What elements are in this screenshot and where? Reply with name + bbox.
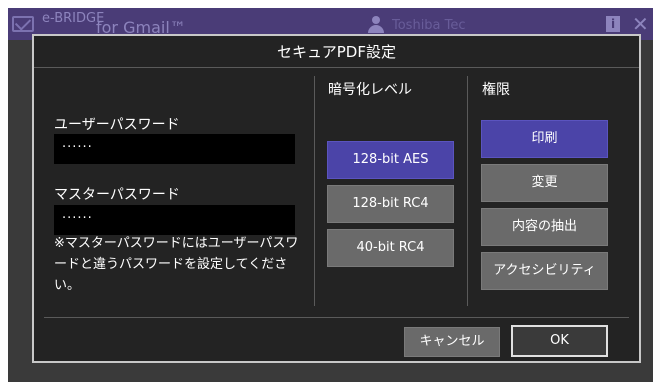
master-password-label: マスターパスワード <box>54 187 180 203</box>
permission-modify-button[interactable]: 変更 <box>481 164 608 202</box>
app-brand: e-BRIDGE <box>42 11 105 26</box>
user-password-field[interactable]: ······ <box>54 134 295 164</box>
divider-left <box>314 76 315 306</box>
secure-pdf-dialog: セキュアPDF設定 ユーザーパスワード ······ マスターパスワード ···… <box>32 34 641 363</box>
permissions-heading: 権限 <box>482 82 510 98</box>
ok-button[interactable]: OK <box>511 325 608 357</box>
encryption-rc4-128-button[interactable]: 128-bit RC4 <box>327 185 454 223</box>
info-icon[interactable]: i <box>606 16 620 32</box>
encryption-heading: 暗号化レベル <box>328 82 412 98</box>
encryption-aes128-button[interactable]: 128-bit AES <box>327 141 454 179</box>
divider-right <box>467 76 468 306</box>
user-password-label: ユーザーパスワード <box>54 117 180 133</box>
user-name: Toshiba Tec <box>392 18 466 33</box>
mail-icon <box>12 16 34 32</box>
password-note: ※マスターパスワードにはユーザーパスワードと違うパスワードを設定してください。 <box>54 236 299 293</box>
permission-print-button[interactable]: 印刷 <box>481 120 608 158</box>
user-icon[interactable] <box>368 16 384 34</box>
master-password-field[interactable]: ······ <box>54 205 295 235</box>
permission-extract-button[interactable]: 内容の抽出 <box>481 208 608 246</box>
dialog-title: セキュアPDF設定 <box>34 36 639 68</box>
close-icon[interactable]: ✕ <box>632 12 649 36</box>
footer-divider <box>44 317 629 318</box>
cancel-button[interactable]: キャンセル <box>404 327 500 357</box>
encryption-rc4-40-button[interactable]: 40-bit RC4 <box>327 229 454 267</box>
permission-accessibility-button[interactable]: アクセシビリティ <box>481 252 608 290</box>
